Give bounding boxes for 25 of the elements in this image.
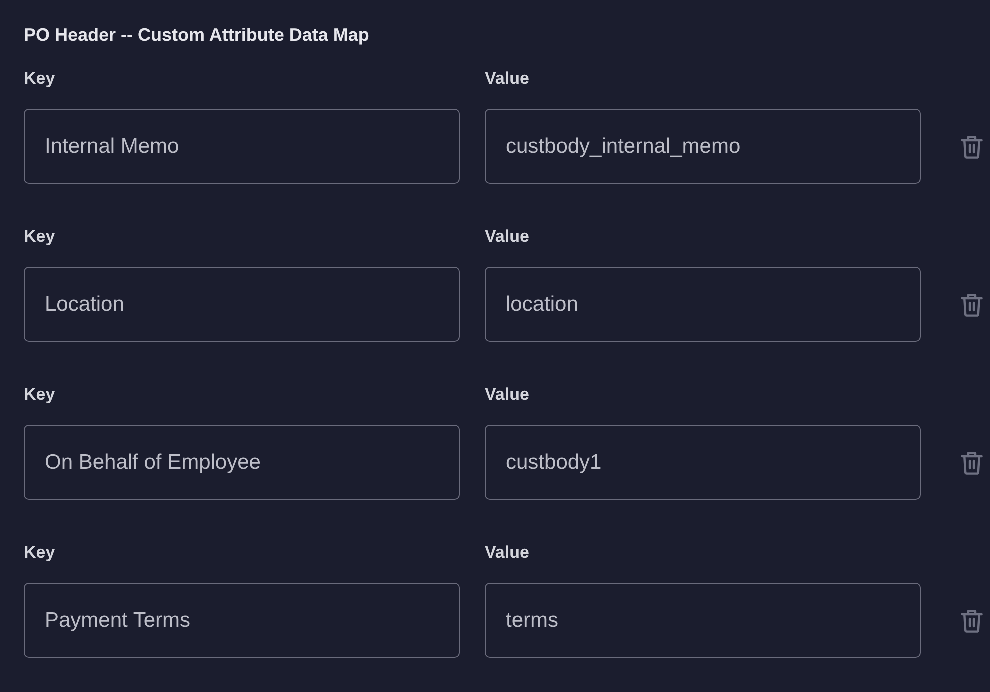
trash-icon — [961, 608, 983, 632]
key-label: Key — [24, 227, 56, 247]
key-input[interactable]: Location — [24, 267, 460, 342]
value-input[interactable]: custbody_internal_memo — [485, 109, 921, 184]
key-input[interactable]: Internal Memo — [24, 109, 460, 184]
value-label: Value — [485, 385, 530, 405]
key-label: Key — [24, 543, 56, 563]
delete-button[interactable] — [961, 450, 983, 474]
trash-icon — [961, 450, 983, 474]
value-label: Value — [485, 69, 530, 89]
section-title: PO Header -- Custom Attribute Data Map — [24, 24, 370, 47]
trash-icon — [961, 134, 983, 158]
value-input[interactable]: terms — [485, 583, 921, 658]
trash-icon — [961, 292, 983, 316]
key-label: Key — [24, 69, 56, 89]
value-label: Value — [485, 543, 530, 563]
key-input[interactable]: Payment Terms — [24, 583, 460, 658]
delete-button[interactable] — [961, 608, 983, 632]
delete-button[interactable] — [961, 134, 983, 158]
key-input[interactable]: On Behalf of Employee — [24, 425, 460, 500]
value-label: Value — [485, 227, 530, 247]
value-input[interactable]: custbody1 — [485, 425, 921, 500]
delete-button[interactable] — [961, 292, 983, 316]
value-input[interactable]: location — [485, 267, 921, 342]
key-label: Key — [24, 385, 56, 405]
